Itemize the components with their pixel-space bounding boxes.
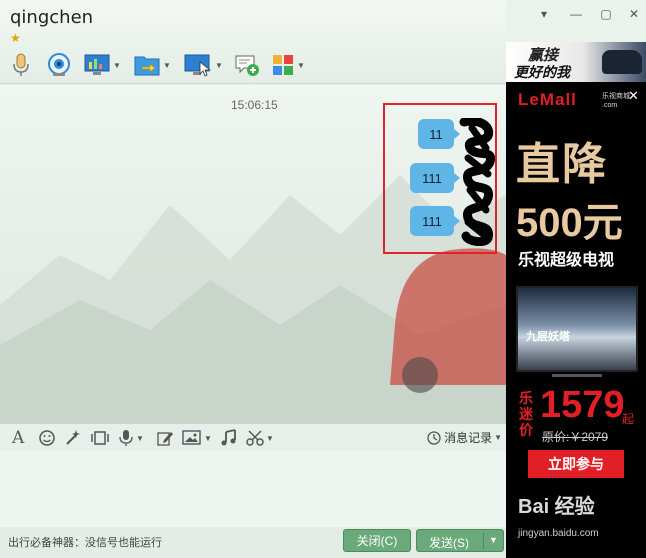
redacted-avatar-scribble (459, 118, 496, 246)
close-button[interactable]: 关闭(C) (343, 529, 411, 552)
lemall-logo: LeMall (518, 90, 577, 109)
message-bubble[interactable]: 11 (418, 119, 460, 149)
message-bubble[interactable]: 111 (410, 206, 460, 236)
screenshot-button[interactable]: ▼ (246, 428, 274, 448)
chevron-down-icon: ▼ (297, 60, 305, 70)
ad-product: 乐视超级电视 (518, 252, 615, 269)
original-price: 原价:￥2079 (542, 430, 609, 444)
add-contact-icon (235, 55, 259, 76)
top-ad-banner[interactable]: 赢接 更好的我 (506, 42, 646, 82)
voice-message-button[interactable]: ▼ (118, 428, 144, 448)
send-button-label: 发送(S) (429, 536, 469, 550)
tv-stand (552, 374, 602, 377)
message-bubble[interactable]: 111 (410, 163, 460, 193)
apps-button[interactable]: ▼ (272, 52, 305, 78)
screen-share-button[interactable]: ▼ (84, 52, 121, 78)
voice-call-button[interactable] (10, 52, 32, 78)
emoji-button[interactable] (38, 428, 56, 448)
font-button[interactable]: A (12, 428, 24, 448)
divider (483, 533, 484, 549)
window-menu-button[interactable]: ▾ (536, 6, 552, 22)
logo-subtitle-domain: .com (602, 102, 618, 109)
promo-tip[interactable]: 出行必备神器：没信号也能运行 (8, 534, 162, 550)
window-controls: ▾ — ▢ ✕ (506, 0, 646, 30)
star-icon: ★ (10, 31, 21, 45)
smiley-icon (39, 430, 55, 446)
shake-window-icon (91, 431, 109, 445)
chevron-down-icon: ▼ (266, 433, 274, 443)
side-ad-panel[interactable]: LeMall 乐视商城 .com ✕ 直降 500元 乐视超级电视 九层妖塔 乐… (506, 82, 646, 558)
video-call-button[interactable] (46, 52, 72, 78)
microphone-icon (13, 53, 29, 76)
message-timestamp: 15:06:15 (231, 98, 278, 112)
car-image (602, 50, 642, 74)
ad-headline: 直降 (516, 139, 608, 190)
chevron-down-icon[interactable]: ▼ (489, 535, 498, 545)
chevron-down-icon: ▼ (113, 60, 121, 70)
message-history-label: 消息记录 (444, 431, 493, 445)
tv-caption: 九层妖塔 (526, 331, 570, 343)
invite-button[interactable] (234, 52, 260, 78)
logo-subtitle-cn: 乐视商城 (602, 93, 630, 100)
chevron-down-icon: ▼ (163, 60, 171, 70)
magic-emoji-button[interactable] (64, 428, 82, 448)
edit-button[interactable] (156, 428, 174, 448)
chevron-down-icon: ▼ (494, 433, 502, 442)
chevron-down-icon: ▼ (136, 433, 144, 443)
video-camera-icon (48, 53, 70, 76)
ad-discount: 500元 (516, 201, 623, 245)
file-transfer-button[interactable]: ▼ (134, 52, 171, 78)
chevron-down-icon: ▼ (215, 60, 223, 70)
minimize-button[interactable]: — (568, 6, 584, 22)
logo-subtitle: 乐视商城 .com (602, 92, 630, 110)
chevron-down-icon: ▼ (204, 433, 212, 443)
send-image-button[interactable]: ▼ (182, 428, 212, 448)
price-prefix: 乐迷价 (519, 390, 533, 438)
close-window-button[interactable]: ✕ (626, 6, 642, 22)
message-input[interactable] (0, 451, 506, 527)
title-bar: qingchen ★ (0, 0, 506, 44)
magic-wand-icon (66, 430, 80, 445)
edit-icon (157, 432, 173, 446)
maximize-button[interactable]: ▢ (598, 6, 614, 22)
image-icon (182, 430, 201, 445)
music-button[interactable] (220, 428, 238, 448)
price-unit: 起 (622, 412, 635, 426)
apps-grid-icon (273, 55, 293, 75)
message-history-panel[interactable]: 15:06:15 11 111 111 (0, 85, 506, 423)
remote-desktop-button[interactable]: ▼ (184, 52, 223, 78)
remote-desktop-icon (184, 54, 212, 77)
watermark-url: jingyan.baidu.com (518, 528, 599, 539)
music-note-icon (221, 429, 236, 446)
ad-line-2: 更好的我 (514, 64, 570, 80)
ad-price: 1579 (540, 384, 625, 426)
clock-icon (427, 430, 441, 445)
join-now-button[interactable]: 立即参与 (528, 450, 624, 478)
message-history-button[interactable]: 消息记录 ▼ (427, 429, 502, 446)
contact-name: qingchen (10, 7, 94, 28)
send-button[interactable]: 发送(S) ▼ (416, 529, 504, 552)
shake-window-button[interactable] (90, 428, 110, 448)
file-transfer-icon (134, 56, 160, 76)
scissors-icon (246, 430, 264, 446)
font-icon: A (12, 428, 25, 448)
microphone-icon (119, 430, 133, 446)
input-toolbar: A ▼ ▼ ▼ 消息记录 ▼ (0, 423, 506, 451)
screen-share-icon (84, 54, 110, 75)
chat-toolbar: ▼ ▼ ▼ ▼ (0, 44, 506, 84)
bottom-bar: 出行必备神器：没信号也能运行 关闭(C) 发送(S) ▼ (0, 527, 506, 558)
close-icon[interactable]: ✕ (628, 88, 639, 104)
